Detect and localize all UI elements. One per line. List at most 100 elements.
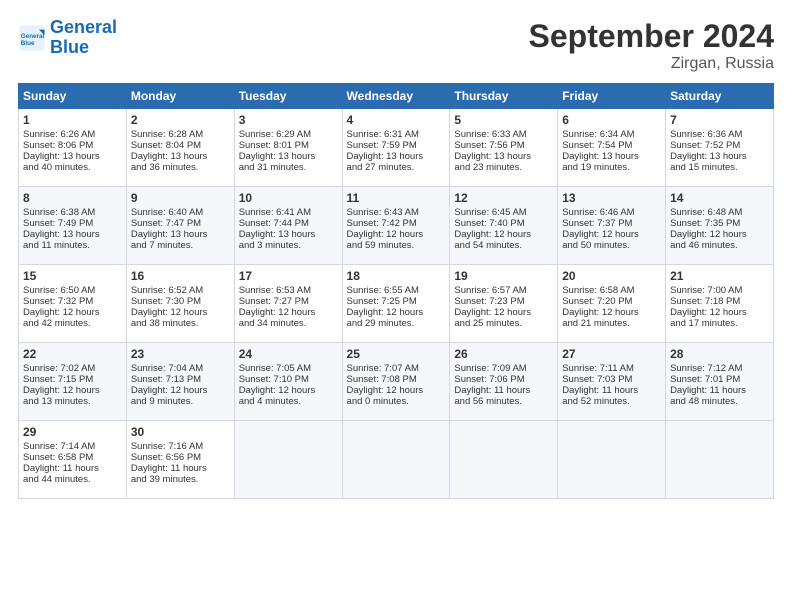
day-number: 18 [347,269,446,283]
calendar-cell: 6 Sunrise: 6:34 AMSunset: 7:54 PMDaylight… [558,109,666,187]
cell-info-line: Sunrise: 6:34 AM [562,129,661,140]
cell-info-line: Sunrise: 7:09 AM [454,363,553,374]
cell-info-line: and 15 minutes. [670,162,769,173]
day-number: 20 [562,269,661,283]
day-number: 27 [562,347,661,361]
cell-info-line: Daylight: 12 hours [347,385,446,396]
cell-info-line: Daylight: 12 hours [131,307,230,318]
cell-info-line: Sunrise: 6:50 AM [23,285,122,296]
calendar-cell: 20Sunrise: 6:58 AMSunset: 7:20 PMDayligh… [558,265,666,343]
cell-info-line: Daylight: 13 hours [562,151,661,162]
day-number: 3 [239,113,338,127]
calendar-cell: 2Sunrise: 6:28 AMSunset: 8:04 PMDaylight… [126,109,234,187]
day-number: 6 [562,113,661,127]
day-number: 24 [239,347,338,361]
cell-info-line: Sunset: 7:54 PM [562,140,661,151]
cell-info-line: Sunrise: 6:45 AM [454,207,553,218]
month-title: September 2024 [529,18,774,55]
day-number: 22 [23,347,122,361]
calendar-cell [450,421,558,499]
calendar-cell: 11Sunrise: 6:43 AMSunset: 7:42 PMDayligh… [342,187,450,265]
cell-info-line: Sunset: 7:03 PM [562,374,661,385]
cell-info-line: Sunset: 7:30 PM [131,296,230,307]
calendar-cell: 16 Sunrise: 6:52 AMSunset: 7:30 PMDayligh… [126,265,234,343]
cell-info-line: Daylight: 13 hours [23,229,122,240]
calendar-cell [558,421,666,499]
cell-info-line: Daylight: 12 hours [562,307,661,318]
cell-info-line: and 38 minutes. [131,318,230,329]
cell-info-line: Sunset: 7:42 PM [347,218,446,229]
day-number: 15 [23,269,122,283]
day-number: 10 [239,191,338,205]
cell-info-line: and 0 minutes. [347,396,446,407]
weekday-header: Monday [126,84,234,109]
day-number: 30 [131,425,230,439]
day-number: 4 [347,113,446,127]
day-number: 12 [454,191,553,205]
calendar-cell [342,421,450,499]
cell-info-line: Sunrise: 7:07 AM [347,363,446,374]
svg-text:Blue: Blue [21,40,35,47]
cell-info-line: and 17 minutes. [670,318,769,329]
weekday-header: Tuesday [234,84,342,109]
cell-info-line: and 11 minutes. [23,240,122,251]
cell-info-line: Sunrise: 6:43 AM [347,207,446,218]
cell-info-line: Sunset: 7:59 PM [347,140,446,151]
calendar-cell: 3Sunrise: 6:29 AMSunset: 8:01 PMDaylight… [234,109,342,187]
calendar-cell: 28Sunrise: 7:12 AMSunset: 7:01 PMDayligh… [666,343,774,421]
cell-info-line: Sunrise: 7:16 AM [131,441,230,452]
cell-info-line: Daylight: 12 hours [347,229,446,240]
cell-info-line: Sunset: 7:44 PM [239,218,338,229]
cell-info-line: Daylight: 12 hours [562,229,661,240]
day-number: 14 [670,191,769,205]
calendar-cell: 27Sunrise: 7:11 AMSunset: 7:03 PMDayligh… [558,343,666,421]
cell-info-line: Sunrise: 6:26 AM [23,129,122,140]
day-number: 13 [562,191,661,205]
calendar-week-row: 8Sunrise: 6:38 AMSunset: 7:49 PMDaylight… [19,187,774,265]
cell-info-line: Sunrise: 6:52 AM [131,285,230,296]
cell-info-line: Daylight: 12 hours [23,307,122,318]
weekday-header: Thursday [450,84,558,109]
calendar-page: General Blue GeneralBlue September 2024 … [0,0,792,612]
title-block: September 2024 Zirgan, Russia [529,18,774,73]
cell-info-line: Sunrise: 7:00 AM [670,285,769,296]
cell-info-line: Daylight: 12 hours [131,385,230,396]
cell-info-line: Sunset: 7:23 PM [454,296,553,307]
day-number: 9 [131,191,230,205]
cell-info-line: Sunset: 8:04 PM [131,140,230,151]
day-number: 1 [23,113,122,127]
cell-info-line: Daylight: 12 hours [454,307,553,318]
cell-info-line: Daylight: 13 hours [239,151,338,162]
weekday-header: Sunday [19,84,127,109]
day-number: 17 [239,269,338,283]
cell-info-line: and 27 minutes. [347,162,446,173]
calendar-week-row: 22Sunrise: 7:02 AMSunset: 7:15 PMDayligh… [19,343,774,421]
cell-info-line: and 36 minutes. [131,162,230,173]
cell-info-line: and 3 minutes. [239,240,338,251]
cell-info-line: and 21 minutes. [562,318,661,329]
calendar-cell: 30Sunrise: 7:16 AMSunset: 6:56 PMDayligh… [126,421,234,499]
cell-info-line: and 23 minutes. [454,162,553,173]
calendar-week-row: 1Sunrise: 6:26 AMSunset: 8:06 PMDaylight… [19,109,774,187]
calendar-cell: 23Sunrise: 7:04 AMSunset: 7:13 PMDayligh… [126,343,234,421]
cell-info-line: and 54 minutes. [454,240,553,251]
cell-info-line: and 59 minutes. [347,240,446,251]
cell-info-line: Daylight: 12 hours [670,229,769,240]
day-number: 16 [131,269,230,283]
calendar-cell: 17Sunrise: 6:53 AMSunset: 7:27 PMDayligh… [234,265,342,343]
calendar-cell: 24Sunrise: 7:05 AMSunset: 7:10 PMDayligh… [234,343,342,421]
cell-info-line: Daylight: 13 hours [131,229,230,240]
logo-icon: General Blue [18,24,46,52]
cell-info-line: Sunset: 8:01 PM [239,140,338,151]
cell-info-line: Sunset: 7:27 PM [239,296,338,307]
cell-info-line: and 40 minutes. [23,162,122,173]
calendar-week-row: 29Sunrise: 7:14 AMSunset: 6:58 PMDayligh… [19,421,774,499]
weekday-header: Wednesday [342,84,450,109]
cell-info-line: Daylight: 12 hours [239,385,338,396]
cell-info-line: Sunrise: 6:38 AM [23,207,122,218]
calendar-cell: 19Sunrise: 6:57 AMSunset: 7:23 PMDayligh… [450,265,558,343]
calendar-cell: 5Sunrise: 6:33 AMSunset: 7:56 PMDaylight… [450,109,558,187]
calendar-cell: 7Sunrise: 6:36 AMSunset: 7:52 PMDaylight… [666,109,774,187]
cell-info-line: Sunset: 7:32 PM [23,296,122,307]
calendar-cell: 10Sunrise: 6:41 AMSunset: 7:44 PMDayligh… [234,187,342,265]
